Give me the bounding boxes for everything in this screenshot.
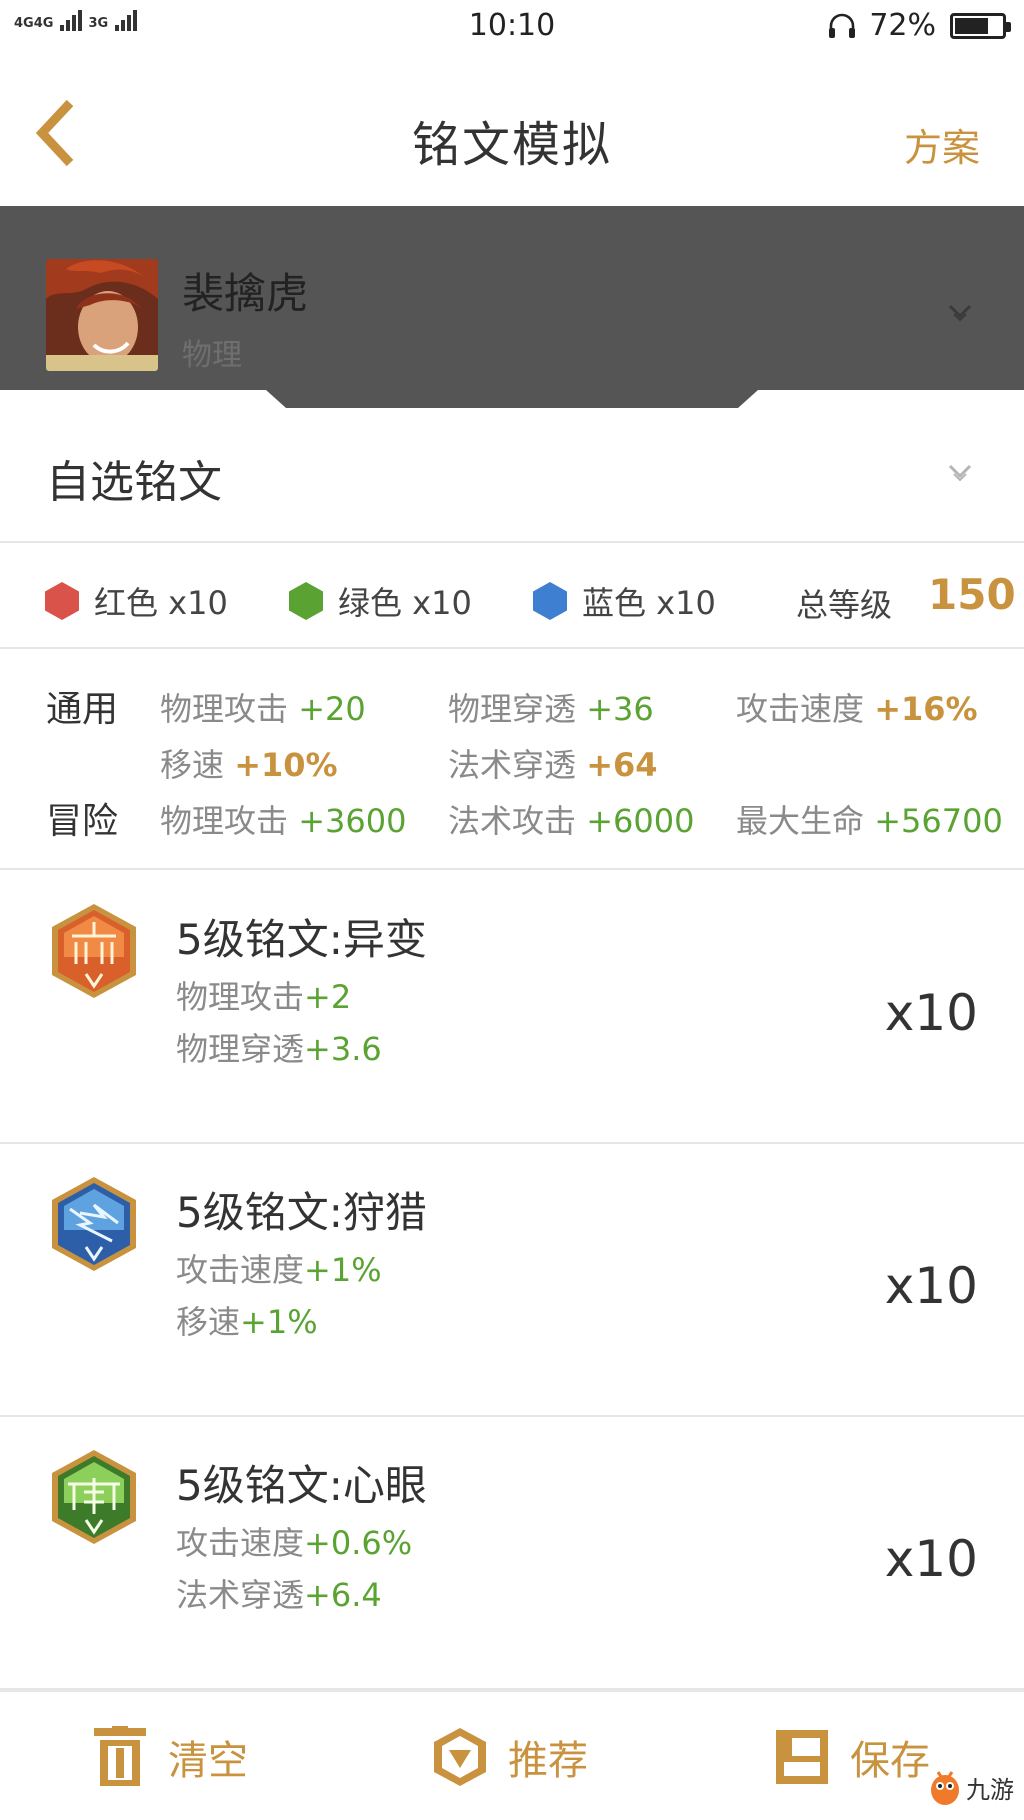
stat-general-1: 物理攻击 +20 xyxy=(160,690,366,728)
trash-icon xyxy=(94,1726,146,1786)
inscription-count: x10 xyxy=(884,984,978,1042)
chevron-down-icon xyxy=(948,464,972,482)
stat-adventure-3: 最大生命 +56700 xyxy=(736,802,1003,840)
general-category-label: 通用 xyxy=(46,689,119,730)
total-level-label: 总等级 xyxy=(796,586,893,624)
recommend-shield-icon xyxy=(434,1728,486,1786)
custom-inscription-selector[interactable]: 自选铭文 xyxy=(0,408,1024,543)
red-inscription-icon xyxy=(52,904,136,998)
scheme-button[interactable]: 方案 xyxy=(904,117,980,172)
hero-avatar xyxy=(46,259,158,371)
battery-icon xyxy=(950,12,1011,39)
inscription-count: x10 xyxy=(884,1530,978,1588)
status-right: 72% xyxy=(827,8,1011,43)
inscription-count: x10 xyxy=(884,1257,978,1315)
inscription-name: 5级铭文:异变 xyxy=(176,915,427,964)
inscription-name: 5级铭文:狩猎 xyxy=(176,1188,427,1237)
stats-panel: 通用 冒险 物理攻击 +20 物理穿透 +36 攻击速度 +16% 移速 +10… xyxy=(0,650,1024,870)
blue-inscription-icon xyxy=(52,1177,136,1271)
blue-count-label: 蓝色 x10 xyxy=(582,584,716,622)
bottom-toolbar: 清空 推荐 保存 xyxy=(0,1690,1024,1820)
stat-general-5: 法术穿透 +64 xyxy=(448,746,658,784)
recommend-button[interactable]: 推荐 xyxy=(432,1726,588,1788)
color-summary: 红色 x10 绿色 x10 蓝色 x10 总等级 150 xyxy=(0,544,1024,649)
recommend-label: 推荐 xyxy=(508,1738,588,1784)
clear-button[interactable]: 清空 xyxy=(92,1726,248,1788)
inscription-stat: 物理攻击+2 xyxy=(176,978,352,1016)
green-inscription-icon xyxy=(52,1450,136,1544)
stat-general-2: 物理穿透 +36 xyxy=(448,690,654,728)
inscription-stat: 攻击速度+0.6% xyxy=(176,1524,413,1562)
green-count-label: 绿色 x10 xyxy=(338,584,472,622)
stat-general-3: 攻击速度 +16% xyxy=(736,690,978,728)
total-level-value: 150 xyxy=(928,570,1016,619)
headset-icon xyxy=(829,13,856,38)
inscription-item[interactable]: 5级铭文:异变 物理攻击+2 物理穿透+3.6 x10 xyxy=(0,872,1024,1144)
inscription-stat: 物理穿透+3.6 xyxy=(176,1030,382,1068)
blue-count: 蓝色 x10 xyxy=(532,578,716,624)
chevron-down-icon xyxy=(948,304,972,322)
inscription-item[interactable]: 5级铭文:狩猎 攻击速度+1% 移速+1% x10 xyxy=(0,1145,1024,1417)
green-count: 绿色 x10 xyxy=(288,578,472,624)
stat-general-4: 移速 +10% xyxy=(160,746,338,784)
watermark: 九游 xyxy=(928,1768,1014,1806)
watermark-text: 九游 xyxy=(966,1775,1014,1804)
page-title: 铭文模拟 xyxy=(411,117,612,173)
inscription-item[interactable]: 5级铭文:心眼 攻击速度+0.6% 法术穿透+6.4 x10 xyxy=(0,1418,1024,1690)
stat-adventure-1: 物理攻击 +3600 xyxy=(160,802,407,840)
hero-selector[interactable]: 裴擒虎 物理 xyxy=(0,206,1024,390)
hero-type: 物理 xyxy=(182,338,242,373)
red-count-label: 红色 x10 xyxy=(94,584,228,622)
nav-bar: 铭文模拟 方案 xyxy=(0,55,1024,205)
status-bar: 4G4G 3G 10:10 72% xyxy=(0,0,1024,55)
battery-percent: 72% xyxy=(869,8,936,43)
adventure-category-label: 冒险 xyxy=(46,801,119,842)
save-label: 保存 xyxy=(850,1738,930,1784)
inscription-stat: 移速+1% xyxy=(176,1303,318,1341)
blue-hexagon-icon xyxy=(533,582,567,620)
inscription-stat: 法术穿透+6.4 xyxy=(176,1576,382,1614)
hero-notch xyxy=(266,390,758,408)
hero-name: 裴擒虎 xyxy=(182,269,309,318)
save-icon xyxy=(776,1730,828,1784)
red-hexagon-icon xyxy=(45,582,79,620)
inscription-stat: 攻击速度+1% xyxy=(176,1251,382,1289)
custom-inscription-label: 自选铭文 xyxy=(46,457,222,508)
stat-adventure-2: 法术攻击 +6000 xyxy=(448,802,695,840)
green-hexagon-icon xyxy=(289,582,323,620)
jiuyou-logo-icon xyxy=(931,1771,959,1805)
clear-label: 清空 xyxy=(168,1738,248,1784)
inscription-name: 5级铭文:心眼 xyxy=(176,1461,427,1510)
save-button[interactable]: 保存 xyxy=(774,1726,930,1788)
red-count: 红色 x10 xyxy=(44,578,228,624)
